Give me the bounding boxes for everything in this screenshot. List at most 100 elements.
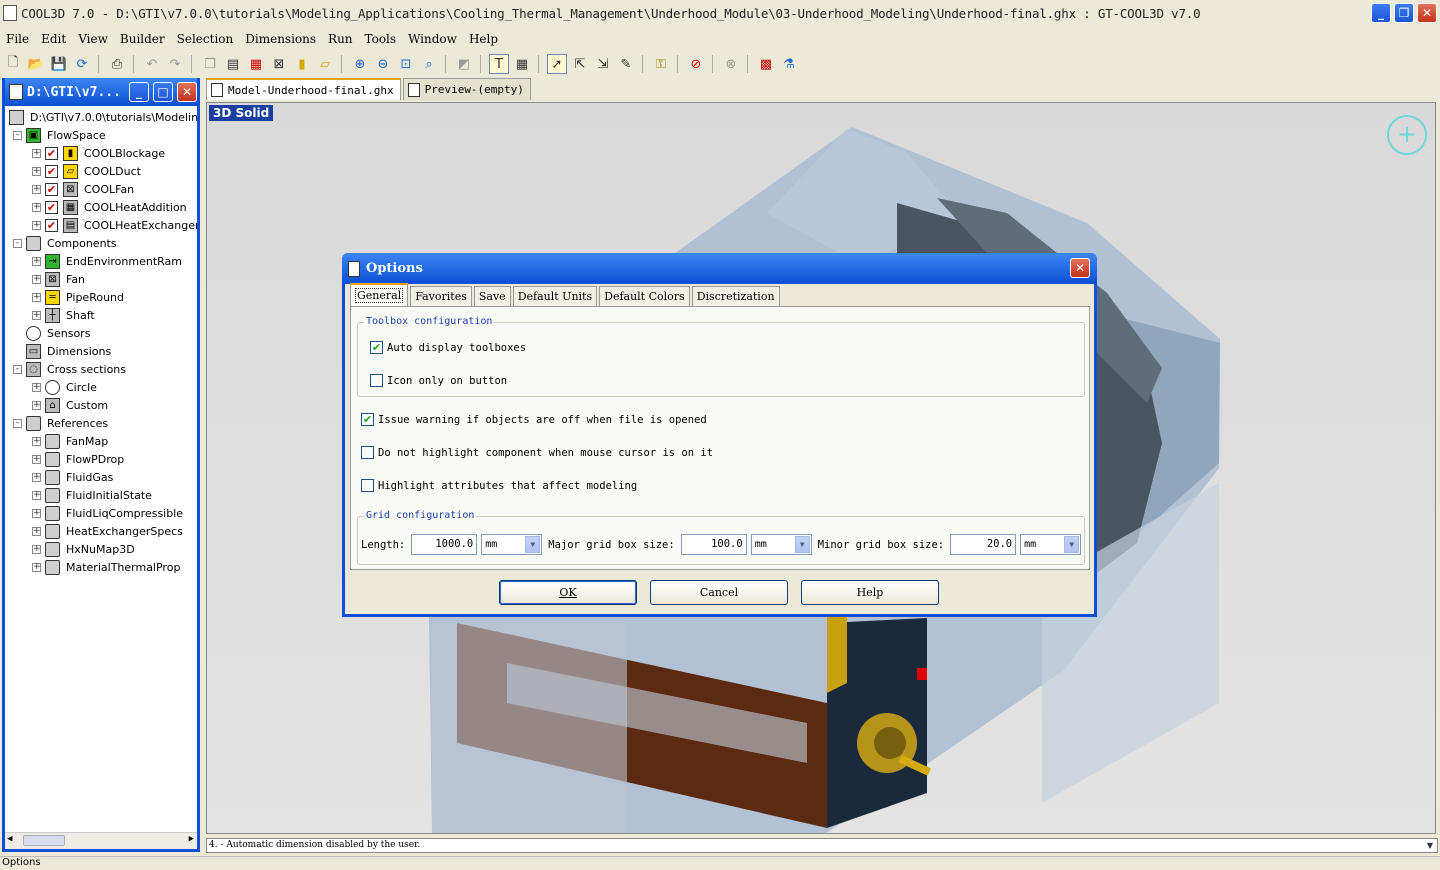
tree-root[interactable]: D:\GTI\v7.0.0\tutorials\Modeling_ [9,108,197,126]
select-icon[interactable]: ➚ [547,54,567,74]
help-button[interactable]: Help [801,580,939,605]
expand-icon[interactable]: + [32,472,41,482]
collapse-icon[interactable]: - [13,418,22,428]
tree-minimize-button[interactable]: _ [129,82,149,102]
stop-icon[interactable]: ⊘ [686,54,706,74]
zoom-fit-icon[interactable]: ⊡ [396,54,416,74]
heat-addition-icon[interactable]: ▦ [246,54,266,74]
expand-icon[interactable]: + [32,148,41,158]
tree-item-endenvironmentram[interactable]: + ⇥ EndEnvironmentRam [32,252,182,270]
menu-selection[interactable]: Selection [171,32,240,46]
visibility-checkbox[interactable]: ✔ [45,164,58,178]
tree-item-coolblockage[interactable]: + ✔ ▮ COOLBlockage [32,144,165,162]
chevron-down-icon[interactable]: ▼ [1064,536,1080,553]
tab-default-units[interactable]: Default Units [512,286,598,306]
scroll-left-icon[interactable]: ◀ [7,834,12,844]
expand-icon[interactable]: + [32,256,41,266]
dialog-close-button[interactable]: ✕ [1070,258,1090,278]
tab-model[interactable]: Model-Underhood-final.ghx [206,78,401,100]
icon-only-box[interactable] [370,374,383,387]
select-move-icon[interactable]: ⇱ [570,54,590,74]
expand-icon[interactable]: + [32,436,41,446]
grid-icon[interactable]: ▦ [512,54,532,74]
heat-exchanger-icon[interactable]: ▤ [223,54,243,74]
expand-icon[interactable]: + [32,202,41,212]
menu-edit[interactable]: Edit [35,32,72,46]
tree-item-fluidinitialstate[interactable]: + FluidInitialState [32,486,152,504]
tree-item-sensors[interactable]: Sensors [13,324,90,342]
tree-item-heatexchangerspecs[interactable]: + HeatExchangerSpecs [32,522,183,540]
copy-icon[interactable]: ❐ [200,54,220,74]
menu-run[interactable]: Run [322,32,359,46]
tree-item-flowspace[interactable]: - ▣ FlowSpace [13,126,106,144]
tab-favorites[interactable]: Favorites [410,286,472,306]
tree-item-fanmap[interactable]: + FanMap [32,432,108,450]
minimize-button[interactable]: _ [1371,3,1391,23]
menu-help[interactable]: Help [463,32,504,46]
tab-save[interactable]: Save [473,286,511,306]
expand-icon[interactable]: + [32,526,41,536]
tree-item-fluidliqcompressible[interactable]: + FluidLiqCompressible [32,504,183,522]
minor-grid-input[interactable]: 20.0 [950,534,1017,555]
cancel-button[interactable]: Cancel [650,580,788,605]
edit-icon[interactable]: ✎ [616,54,636,74]
visibility-checkbox[interactable]: ✔ [45,200,58,214]
scroll-thumb[interactable] [23,835,65,846]
flask-icon[interactable]: ⚗ [779,54,799,74]
expand-icon[interactable]: + [32,274,41,284]
tab-general[interactable]: General [350,283,409,306]
length-unit-select[interactable]: mm ▼ [481,534,543,555]
no-highlight-box[interactable] [361,446,374,459]
chevron-down-icon[interactable]: ▼ [794,536,810,553]
tree-item-components[interactable]: - Components [13,234,117,252]
maximize-button[interactable]: ❐ [1394,3,1414,23]
tree-item-coolfan[interactable]: + ✔ ⊠ COOLFan [32,180,134,198]
visibility-checkbox[interactable]: ✔ [45,218,58,232]
collapse-icon[interactable]: - [13,130,22,140]
tree-item-cross-sections[interactable]: - ◌ Cross sections [13,360,126,378]
expand-icon[interactable]: + [32,508,41,518]
close-button[interactable]: ✕ [1417,3,1437,23]
tree-item-materialthermalprop[interactable]: + MaterialThermalProp [32,558,180,576]
expand-icon[interactable]: + [32,544,41,554]
tree-item-references[interactable]: - References [13,414,108,432]
refresh-icon[interactable]: ⟳ [72,54,92,74]
ok-button[interactable]: OK [499,580,637,605]
zoom-window-icon[interactable]: ⌕ [419,54,439,74]
duct-icon[interactable]: ▱ [315,54,335,74]
tab-preview[interactable]: Preview-(empty) [402,78,531,100]
collapse-icon[interactable]: - [13,238,22,248]
tree-maximize-button[interactable]: □ [153,82,173,102]
tree-item-circle[interactable]: + Circle [32,378,97,396]
auto-display-box[interactable]: ✔ [370,341,383,354]
tree-item-fan[interactable]: + ⊠ Fan [32,270,85,288]
cancel-icon[interactable]: ⊗ [721,54,741,74]
tree-item-flowpdrop[interactable]: + FlowPDrop [32,450,124,468]
tree-item-hxnumap3d[interactable]: + HxNuMap3D [32,540,135,558]
text-icon[interactable]: T [489,54,509,74]
zoom-in-icon[interactable]: ⊕ [350,54,370,74]
undo-icon[interactable]: ↶ [142,54,162,74]
chart-icon[interactable]: ◩ [454,54,474,74]
message-dropdown-icon[interactable]: ▼ [1423,839,1437,852]
expand-icon[interactable]: + [32,454,41,464]
menu-window[interactable]: Window [402,32,463,46]
scroll-right-icon[interactable]: ▶ [189,834,194,844]
tree-horizontal-scrollbar[interactable]: ◀ ▶ [5,832,197,849]
chevron-down-icon[interactable]: ▼ [525,536,541,553]
navigation-compass-icon[interactable]: + [1387,115,1427,155]
expand-icon[interactable]: + [32,310,41,320]
expand-icon[interactable]: + [32,184,41,194]
icon-only-checkbox[interactable]: Icon only on button [370,374,507,387]
highlight-attributes-checkbox[interactable]: Highlight attributes that affect modelin… [361,479,637,492]
select-multi-icon[interactable]: ⇲ [593,54,613,74]
expand-icon[interactable]: + [32,490,41,500]
expand-icon[interactable]: + [32,400,41,410]
new-icon[interactable]: 🗋 [3,54,23,74]
open-icon[interactable]: 📂 [26,54,46,74]
tree-close-button[interactable]: ✕ [177,82,197,102]
no-highlight-checkbox[interactable]: Do not highlight component when mouse cu… [361,446,713,459]
expand-icon[interactable]: + [32,166,41,176]
tree-item-fluidgas[interactable]: + FluidGas [32,468,113,486]
length-input[interactable]: 1000.0 [411,534,478,555]
